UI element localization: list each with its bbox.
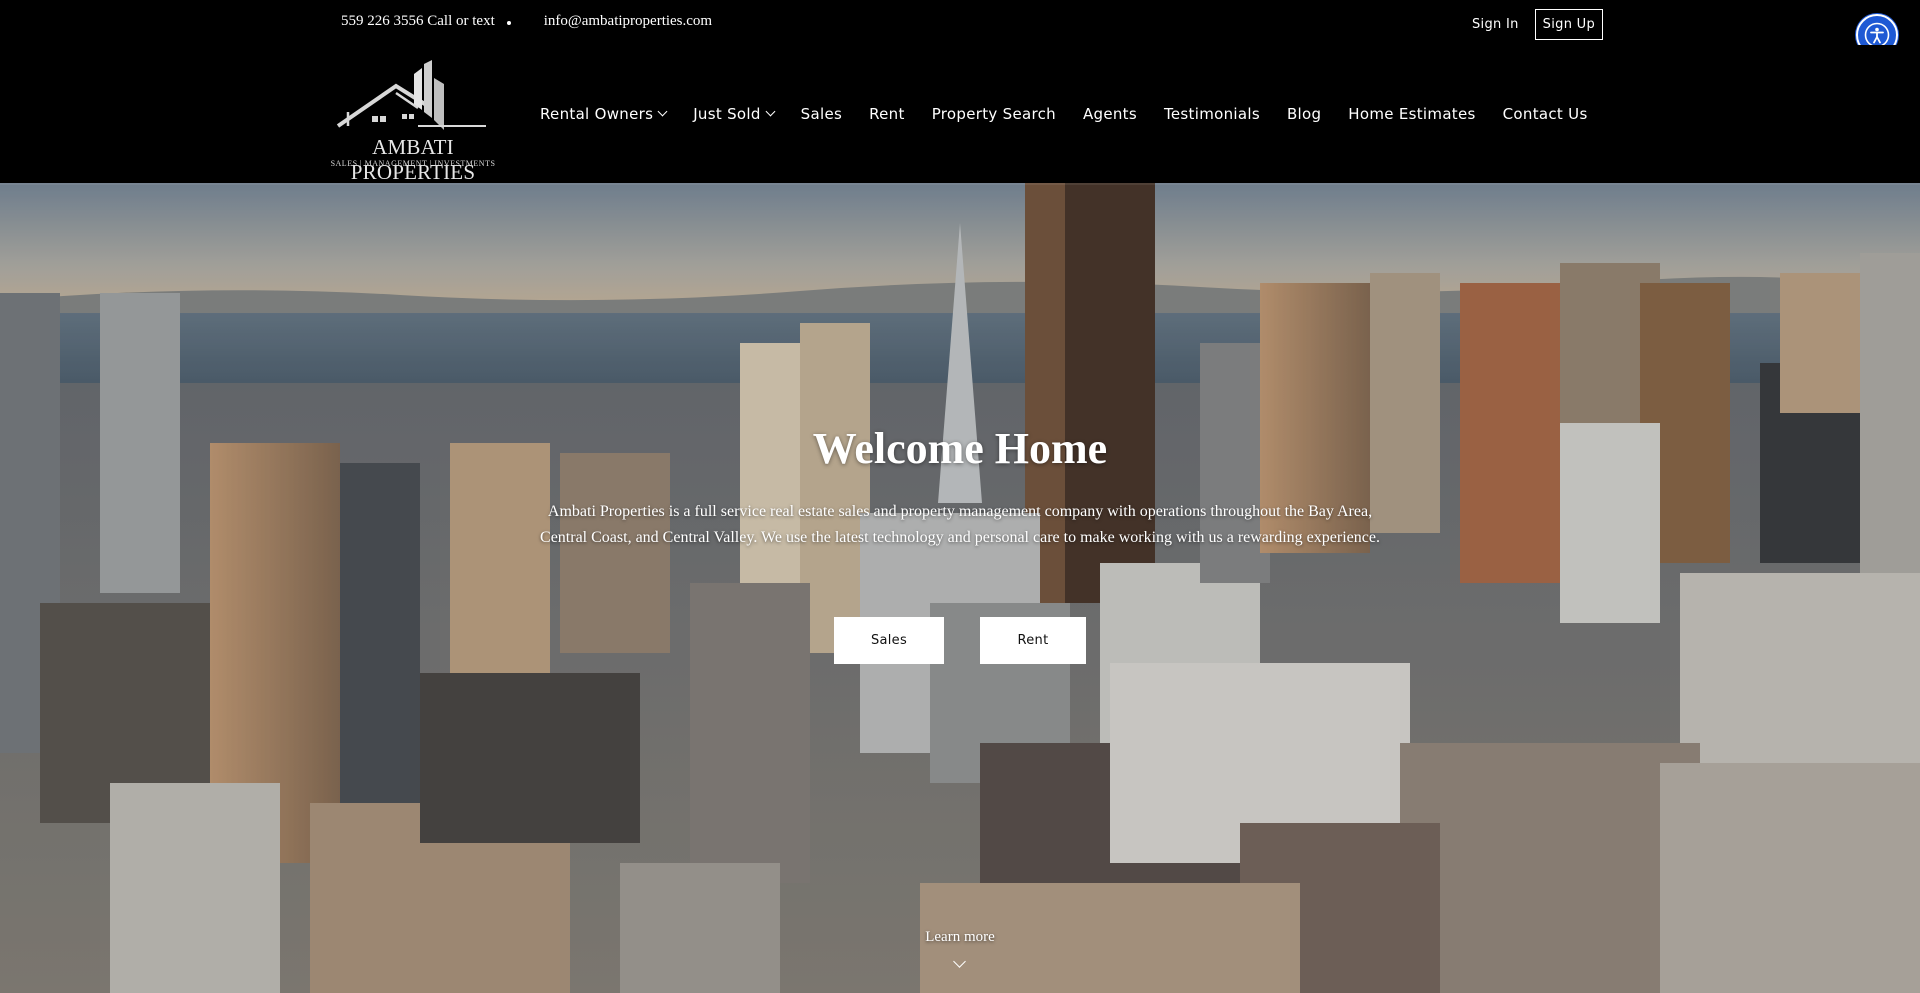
hero-description: Ambati Properties is a full service real… <box>540 503 1380 546</box>
sign-up-button[interactable]: Sign Up <box>1534 9 1604 40</box>
main-header: AMBATI PROPERTIES SALES | MANAGEMENT | I… <box>0 45 1920 184</box>
top-bar: 559 226 3556 Call or text info@ambatipro… <box>0 0 1920 45</box>
phone-link[interactable]: 559 226 3556 Call or text <box>341 13 495 30</box>
nav-just-sold[interactable]: Just Sold <box>693 105 776 123</box>
nav-contact-us[interactable]: Contact Us <box>1503 105 1588 123</box>
hero-section: Welcome Home Ambati Properties is a full… <box>0 183 1920 993</box>
nav-testimonials[interactable]: Testimonials <box>1164 105 1260 123</box>
nav-blog[interactable]: Blog <box>1287 105 1321 123</box>
logo-house-icon <box>336 60 486 130</box>
auth-links: Sign In Sign Up <box>1472 9 1604 40</box>
sales-button[interactable]: Sales <box>834 617 944 664</box>
sign-in-link[interactable]: Sign In <box>1472 17 1519 32</box>
nav-agents[interactable]: Agents <box>1083 105 1137 123</box>
hero-overlay <box>0 183 1920 993</box>
nav-label: Rental Owners <box>540 105 654 123</box>
separator-dot <box>506 20 511 25</box>
contact-info: 559 226 3556 Call or text info@ambatipro… <box>341 13 712 30</box>
logo-tagline: SALES | MANAGEMENT | INVESTMENTS <box>330 159 496 168</box>
nav-rent[interactable]: Rent <box>869 105 905 123</box>
hero-title: Welcome Home <box>812 424 1108 473</box>
main-nav: Rental Owners Just Sold Sales Rent Prope… <box>540 105 1615 123</box>
nav-label: Just Sold <box>693 105 761 123</box>
nav-rental-owners[interactable]: Rental Owners <box>540 105 668 123</box>
site-logo[interactable]: AMBATI PROPERTIES SALES | MANAGEMENT | I… <box>318 60 508 184</box>
chevron-down-icon <box>765 106 776 116</box>
chevron-down-icon <box>657 106 668 116</box>
email-link[interactable]: info@ambatiproperties.com <box>544 13 712 30</box>
hero-buttons: Sales Rent <box>834 617 1086 664</box>
learn-more-link[interactable]: Learn more <box>0 929 1920 946</box>
nav-sales[interactable]: Sales <box>801 105 842 123</box>
nav-property-search[interactable]: Property Search <box>932 105 1056 123</box>
rent-button[interactable]: Rent <box>980 617 1086 664</box>
nav-home-estimates[interactable]: Home Estimates <box>1348 105 1475 123</box>
